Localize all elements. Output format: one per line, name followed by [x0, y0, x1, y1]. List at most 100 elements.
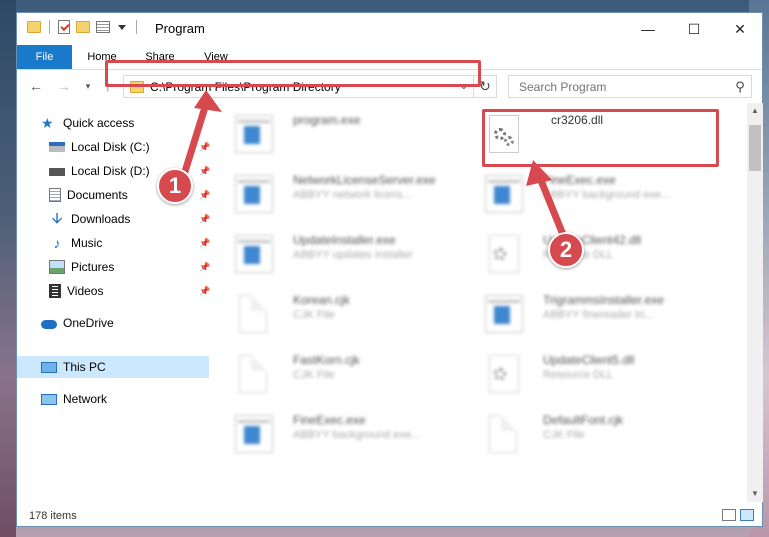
title-bar: Program — ☐ ✕: [17, 13, 762, 45]
explorer-window: Program — ☐ ✕ File Home Share View ← → ▾…: [16, 12, 763, 527]
list-item[interactable]: TrigrammsInstaller.exe ABBYY finereader …: [463, 287, 703, 339]
details-view-icon[interactable]: [722, 509, 736, 521]
file-name: UpdateInstaller.exe: [293, 233, 396, 247]
file-description: CJK File: [543, 429, 585, 441]
pin-icon[interactable]: 📌: [199, 160, 210, 182]
file-description: ABBYY background exe...: [543, 189, 670, 201]
exe-file-icon: [235, 175, 273, 213]
pin-icon[interactable]: 📌: [199, 208, 210, 230]
scroll-thumb[interactable]: [749, 125, 761, 171]
pictures-icon: [49, 260, 65, 274]
file-name: FastKorn.cjk: [293, 353, 360, 367]
scroll-down-icon[interactable]: ▼: [747, 486, 763, 502]
navigation-pane: ★ Quick access Local Disk (C:) 📌 Local D…: [17, 103, 211, 502]
list-item[interactable]: UpdateClient5.dll Resource DLL: [463, 347, 703, 399]
pin-icon[interactable]: 📌: [199, 184, 210, 206]
gear-icon: [494, 248, 506, 260]
file-name: DefaultFont.cjk: [543, 413, 624, 427]
exe-file-icon: [235, 235, 273, 273]
file-name: FineExec.exe: [293, 413, 366, 427]
properties-check-icon[interactable]: [58, 20, 70, 34]
nav-videos[interactable]: Videos 📌: [49, 280, 210, 302]
address-highlight-box: [105, 60, 481, 87]
item-count: 178 items: [29, 510, 77, 522]
customize-icon[interactable]: [96, 21, 110, 33]
search-box[interactable]: ⚲: [508, 75, 752, 98]
forward-button[interactable]: →: [55, 78, 73, 94]
desktop-background-left: [0, 0, 16, 537]
exe-file-icon: [485, 175, 523, 213]
exe-file-icon: [235, 415, 273, 453]
list-item[interactable]: program.exe: [213, 107, 453, 159]
toolbar-divider: [49, 20, 50, 34]
minimize-button[interactable]: —: [625, 13, 671, 45]
list-item[interactable]: FastKorn.cjk CJK File: [213, 347, 453, 399]
pin-icon[interactable]: 📌: [199, 232, 210, 254]
close-button[interactable]: ✕: [717, 13, 763, 45]
download-arrow-icon: 🡫: [51, 210, 63, 227]
nav-label: This PC: [63, 360, 106, 374]
blank-file-icon: [239, 295, 267, 333]
monitor-icon: [41, 361, 57, 373]
nav-label: Music: [71, 236, 103, 250]
list-item[interactable]: DefaultFont.cjk CJK File: [463, 407, 703, 459]
nav-this-pc[interactable]: This PC: [41, 356, 211, 378]
list-item[interactable]: NetworkLicenseServer.exe ABBYY network l…: [213, 167, 453, 219]
blank-file-icon: [239, 355, 267, 393]
file-description: ABBYY finereader tri...: [543, 309, 654, 321]
list-item[interactable]: FineExec.exe ABBYY background exe...: [463, 167, 703, 219]
customize-dropdown-icon[interactable]: [118, 24, 126, 30]
nav-onedrive[interactable]: OneDrive: [41, 312, 211, 334]
search-input[interactable]: [517, 78, 729, 95]
file-description: ABBYY background exe...: [293, 429, 420, 441]
quick-access-toolbar: [27, 20, 145, 34]
file-name: TrigrammsInstaller.exe: [543, 293, 664, 307]
nav-local-disk-c[interactable]: Local Disk (C:) 📌: [49, 136, 210, 158]
file-description: CJK File: [293, 309, 335, 321]
back-button[interactable]: ←: [27, 78, 45, 94]
dll-file-icon: [489, 355, 519, 393]
scroll-up-icon[interactable]: ▲: [747, 103, 763, 119]
nav-label: Local Disk (C:): [71, 140, 150, 154]
new-folder-icon[interactable]: [76, 21, 90, 33]
network-icon: [41, 393, 57, 405]
nav-label: Pictures: [71, 260, 115, 274]
file-name: program.exe: [293, 113, 361, 127]
recent-locations-button[interactable]: ▾: [79, 78, 97, 94]
exe-file-icon: [485, 295, 523, 333]
video-film-icon: [49, 284, 61, 298]
file-description: ABBYY updates installer: [293, 249, 413, 261]
file-name: NetworkLicenseServer.exe: [293, 173, 436, 187]
nav-network[interactable]: Network: [41, 388, 211, 410]
step-two-badge: 2: [548, 232, 584, 268]
pin-icon[interactable]: 📌: [199, 280, 210, 302]
star-icon: ★: [41, 115, 54, 131]
window-title: Program: [155, 21, 205, 36]
search-icon[interactable]: ⚲: [729, 79, 751, 95]
program-exe-icon: [235, 115, 273, 153]
step-one-badge: 1: [157, 168, 193, 204]
list-item[interactable]: UpdateInstaller.exe ABBYY updates instal…: [213, 227, 453, 279]
nav-label: Network: [63, 392, 108, 406]
tab-file[interactable]: File: [17, 45, 72, 69]
dll-file-icon: [489, 235, 519, 273]
view-switcher: [722, 509, 754, 521]
pin-icon[interactable]: 📌: [199, 136, 210, 158]
nav-pictures[interactable]: Pictures 📌: [49, 256, 210, 278]
tiles-view-icon[interactable]: [740, 509, 754, 521]
vertical-scrollbar[interactable]: ▲ ▼: [747, 103, 763, 502]
nav-quick-access[interactable]: ★ Quick access: [41, 112, 211, 134]
nav-label: Documents: [67, 188, 128, 202]
file-name: Korean.cjk: [293, 293, 350, 307]
pin-icon[interactable]: 📌: [199, 256, 210, 278]
nav-label: Quick access: [63, 116, 135, 130]
nav-label: Downloads: [71, 212, 131, 226]
nav-music[interactable]: ♪ Music 📌: [49, 232, 211, 254]
list-item[interactable]: Korean.cjk CJK File: [213, 287, 453, 339]
nav-label: Local Disk (D:): [71, 164, 150, 178]
list-item[interactable]: FineExec.exe ABBYY background exe...: [213, 407, 453, 459]
nav-downloads[interactable]: 🡫 Downloads 📌: [49, 208, 211, 230]
folder-icon: [27, 21, 41, 33]
maximize-button[interactable]: ☐: [671, 13, 717, 45]
file-description: Resource DLL: [543, 369, 614, 381]
